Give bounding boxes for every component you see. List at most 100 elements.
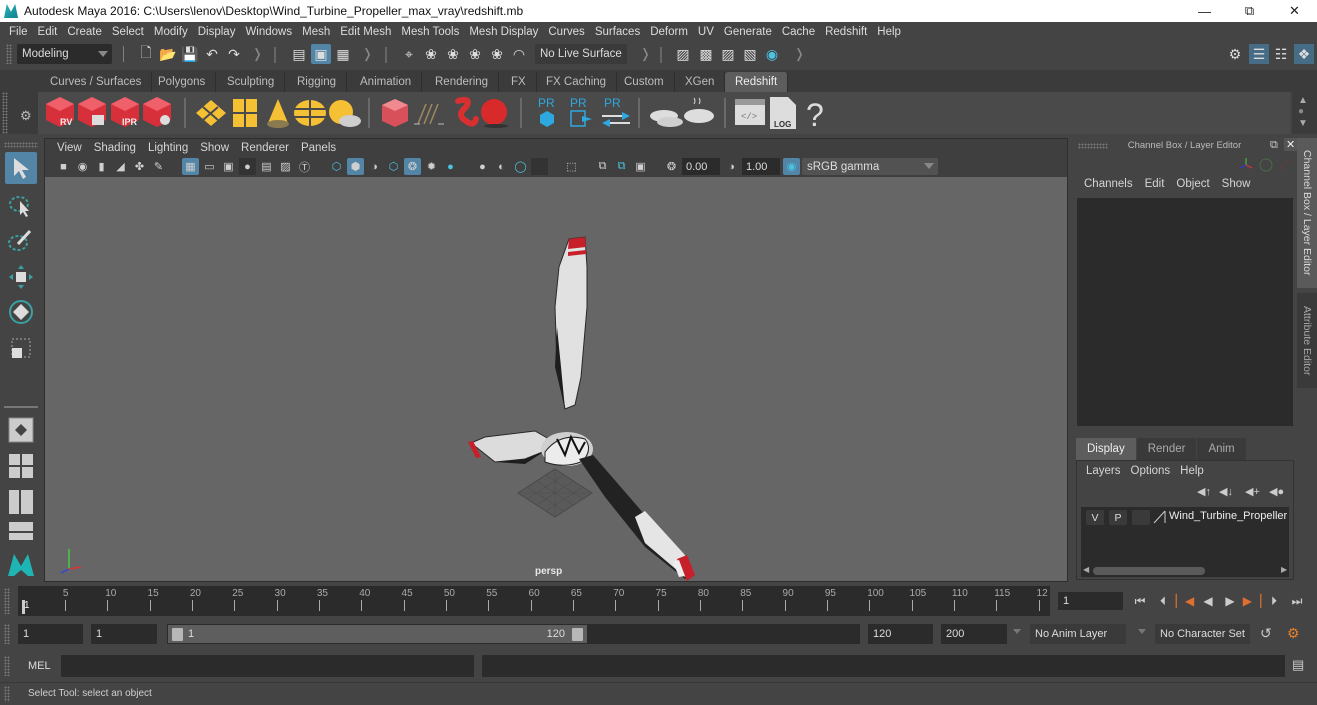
gate-mask-icon[interactable]: ● [239,158,256,175]
material-ball-icon[interactable] [481,99,508,128]
area-light-icon[interactable] [196,100,226,126]
close-panel-icon[interactable]: ✕ [1284,138,1298,151]
move-layer-up-icon[interactable]: ◀↑ [1197,485,1211,498]
shelf-tab-custom[interactable]: Custom [614,72,675,92]
color-management-icon[interactable]: ◉ [783,158,800,175]
3d-viewport[interactable]: persp [45,177,1067,581]
go-to-start-button[interactable]: ⏮ [1132,593,1148,609]
wind-turbine-propeller-model[interactable] [468,236,695,581]
close-button[interactable]: ✕ [1272,0,1317,22]
shelf-menu-icon[interactable]: ● [1298,106,1304,117]
toolbox-grip[interactable] [4,142,38,148]
shelf-tab-fx[interactable]: FX [501,72,537,92]
menu-deform[interactable]: Deform [645,26,693,38]
cb-menu-edit[interactable]: Edit [1139,178,1171,190]
auto-key-icon[interactable]: ↺ [1260,625,1272,642]
channel-box-toggle-icon[interactable]: ❖ [1294,44,1314,64]
layer-playback-toggle[interactable]: P [1109,510,1127,525]
anim-layer-dropdown[interactable]: No Anim Layer [1030,624,1126,644]
2d-pan-zoom-icon[interactable]: ✤ [131,158,148,175]
layer-tab-render[interactable]: Render [1136,438,1197,460]
panel-menu-renderer[interactable]: Renderer [235,142,295,154]
menu-mesh-display[interactable]: Mesh Display [464,26,543,38]
menu-mesh[interactable]: Mesh [297,26,335,38]
portal-light-icon[interactable] [233,99,257,127]
range-slider-fill[interactable]: 1 120 [168,625,587,643]
proxy-export-icon[interactable]: PR [570,96,592,127]
le-menu-help[interactable]: Help [1175,465,1209,477]
help-icon[interactable]: ? [806,97,824,133]
transform-attributes-icon[interactable] [1239,158,1253,169]
scroll-right-icon[interactable]: ▶ [1281,565,1287,574]
xray-joints-icon[interactable]: ⧉ [613,158,630,175]
proxy-convert-icon[interactable]: PR [602,96,630,127]
xray-components-icon[interactable]: ▣ [632,158,649,175]
spot-light-icon[interactable] [267,99,289,128]
safe-action-icon[interactable]: ▨ [277,158,294,175]
rotate-attributes-icon[interactable] [1259,158,1273,172]
script-editor-icon[interactable]: ▤ [1292,657,1304,673]
scale-tool[interactable] [5,332,37,364]
script-language-toggle[interactable]: MEL [28,660,51,672]
new-scene-icon[interactable]: 🗋 [137,44,155,63]
safe-title-icon[interactable]: Ⓣ [296,158,313,175]
modeling-toolkit-icon[interactable]: ⚙ [1226,45,1244,63]
hair-icon[interactable] [414,103,444,125]
layer-list-horizontal-scrollbar[interactable]: ◀ ▶ [1081,565,1289,577]
snap-grid-icon[interactable]: ⌖ [400,45,418,63]
motion-blur-icon[interactable]: ◐ [493,158,510,175]
paint-select-tool[interactable] [5,225,37,257]
select-component-icon[interactable]: ▦ [334,45,352,63]
new-layer-from-selected-icon[interactable]: ◀● [1269,485,1284,498]
layer-tab-anim[interactable]: Anim [1197,438,1246,460]
shelf-tab-rendering[interactable]: Rendering [425,72,500,92]
channel-list[interactable] [1077,198,1293,426]
shelf-tab-redshift[interactable]: Redshift [725,72,789,92]
snap-curve-icon[interactable]: ❀ [422,45,440,63]
lasso-select-tool[interactable] [5,190,37,222]
le-menu-layers[interactable]: Layers [1081,465,1126,477]
bake-set-icon[interactable] [684,97,714,123]
toolbar-grip[interactable] [6,44,12,64]
menu-cache[interactable]: Cache [777,26,820,38]
view-transform-dropdown[interactable]: sRGB gamma [802,158,938,175]
range-start-handle[interactable] [172,628,183,641]
render-view-icon[interactable]: ▨ [674,45,692,63]
scroll-left-icon[interactable]: ◀ [1083,565,1089,574]
render-settings-icon[interactable]: ▧ [741,45,759,63]
go-to-end-button[interactable]: ⏭ [1289,593,1305,609]
layer-tab-display[interactable]: Display [1076,438,1136,460]
redo-icon[interactable]: ↷ [225,45,243,63]
character-set-dropdown[interactable]: No Character Set [1155,624,1250,644]
four-view-layout[interactable] [5,450,37,482]
move-layer-down-icon[interactable]: ◀↓ [1219,485,1233,498]
panel-menu-panels[interactable]: Panels [295,142,342,154]
exposure-icon[interactable]: ❂ [663,158,680,175]
playback-start-field[interactable]: 1 [91,624,157,644]
wireframe-on-shaded-icon[interactable]: ⬡ [385,158,402,175]
playback-end-field[interactable]: 120 [868,624,933,644]
step-forward-frame-button[interactable]: ⏵ [1266,593,1282,609]
dome-light-icon[interactable] [294,100,326,126]
cb-menu-object[interactable]: Object [1170,178,1215,190]
menu-edit-mesh[interactable]: Edit Mesh [335,26,396,38]
restore-button[interactable]: ⧉ [1227,0,1272,22]
select-object-icon[interactable]: ▣ [311,44,331,64]
snap-live-icon[interactable]: ◠ [510,45,528,63]
depth-of-field-icon[interactable] [531,158,548,175]
save-scene-icon[interactable]: 💾 [181,45,199,63]
open-scene-icon[interactable]: 📂 [159,45,177,63]
bake-icon[interactable] [650,110,683,127]
menu-edit[interactable]: Edit [33,26,63,38]
shelf-tab-animation[interactable]: Animation [350,72,423,92]
shelf-tab-sculpting[interactable]: Sculpting [217,72,286,92]
menu-create[interactable]: Create [62,26,107,38]
exposure-field[interactable]: 0.00 [682,158,720,175]
step-back-key-button[interactable]: ▏◀ [1176,593,1194,609]
menu-redshift[interactable]: Redshift [820,26,872,38]
camera-attributes-icon[interactable]: ◉ [74,158,91,175]
collapse-arrow-icon[interactable]: ❭ [252,46,263,62]
redshift-render-view-icon[interactable]: RV [46,97,74,127]
time-slider-grip[interactable] [4,588,10,614]
animation-start-field[interactable]: 1 [18,624,83,644]
